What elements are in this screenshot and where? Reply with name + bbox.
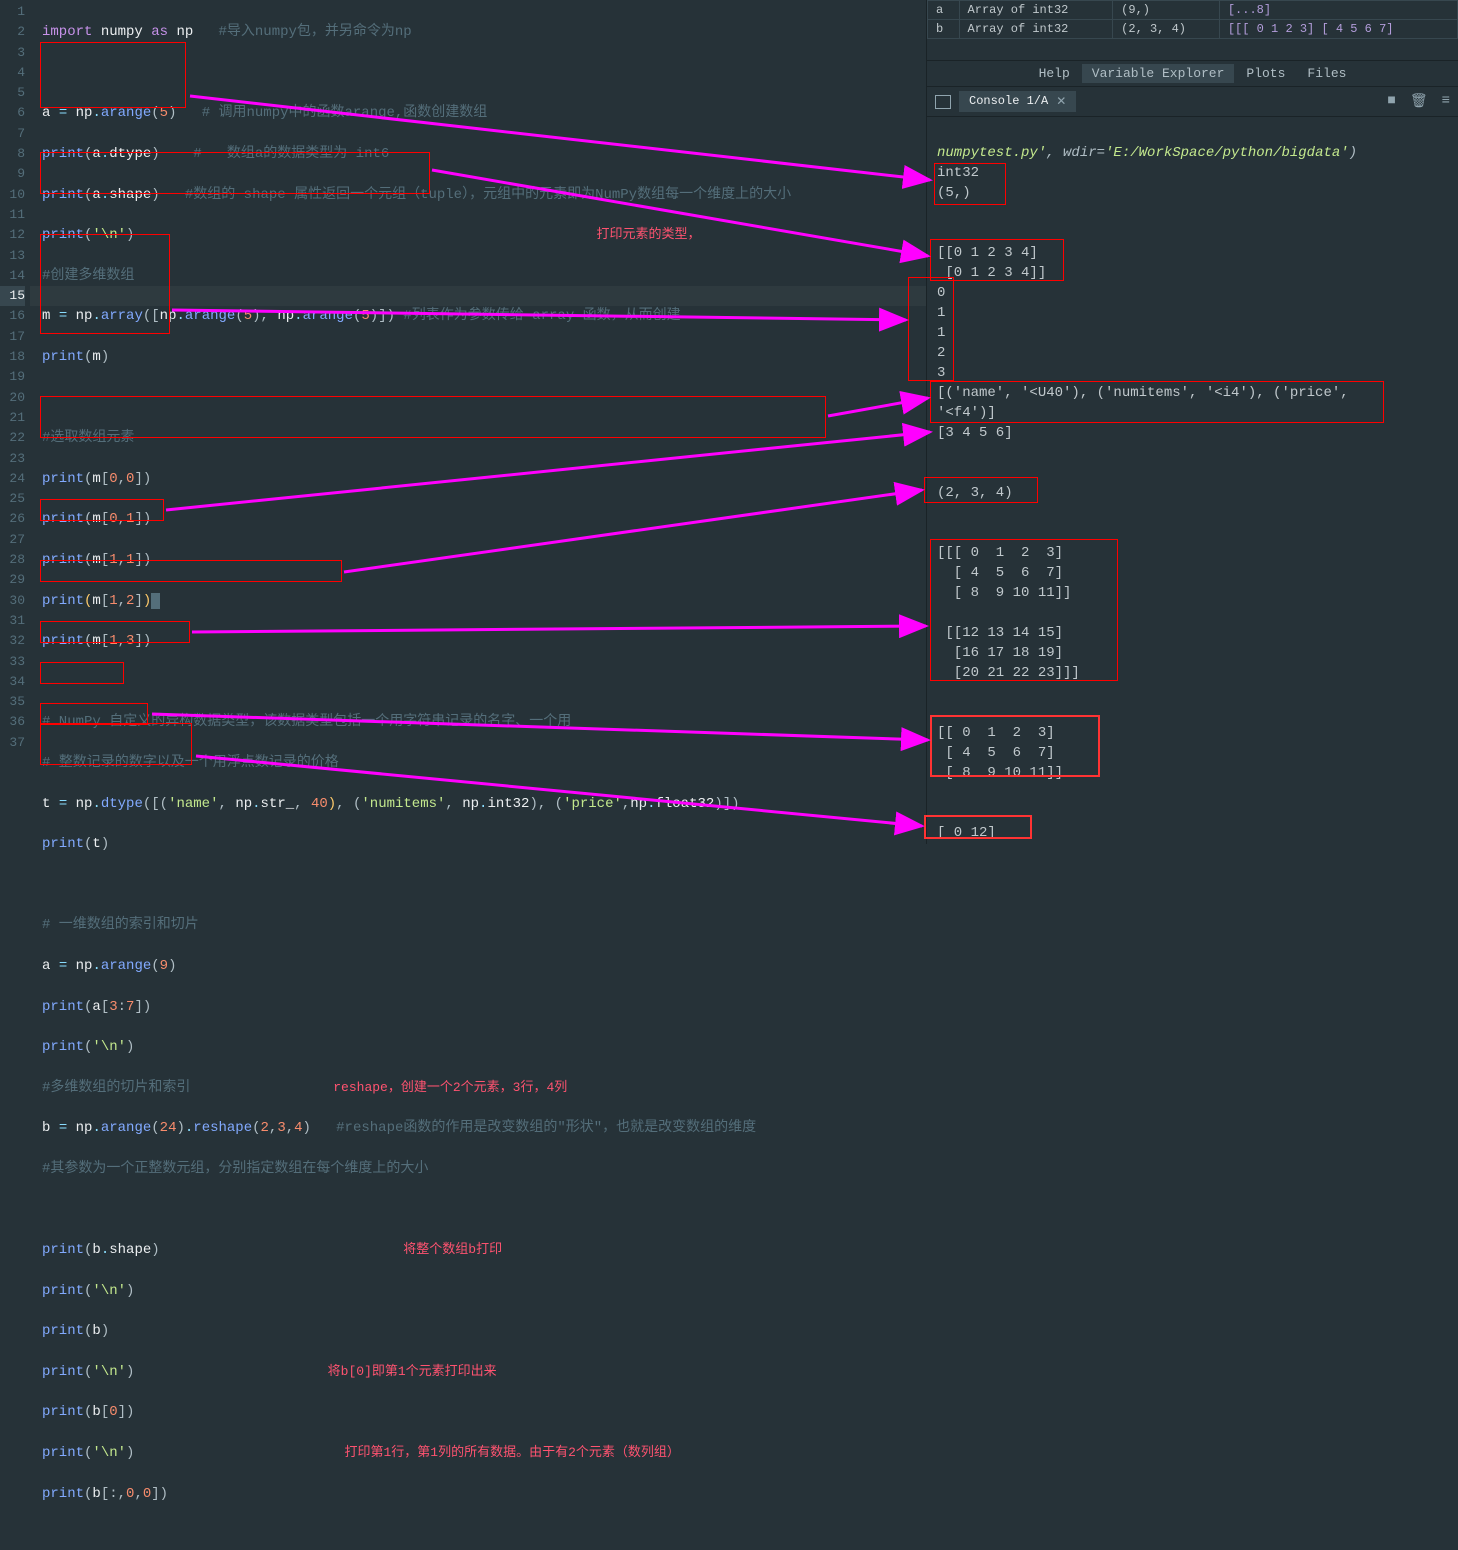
console-header: Console 1/A✕ ■ 🗑 ≡ <box>927 87 1458 117</box>
close-icon[interactable]: ✕ <box>1056 94 1066 109</box>
annotation-type: 打印元素的类型， <box>597 227 701 242</box>
var-row-b[interactable]: bArray of int32(2, 3, 4)[[[ 0 1 2 3] [ 4… <box>928 20 1458 39</box>
console-output[interactable]: numpytest.py', wdir='E:/WorkSpace/python… <box>927 117 1458 844</box>
annotation-printb: 将整个数组b打印 <box>403 1242 502 1257</box>
line-gutter: 1234567891011121314151617181920212223242… <box>0 0 30 844</box>
tab-help[interactable]: Help <box>1029 64 1080 83</box>
tab-files[interactable]: Files <box>1297 64 1356 83</box>
variable-explorer[interactable]: aArray of int32(9,)[...8] bArray of int3… <box>927 0 1458 60</box>
console-tab[interactable]: Console 1/A✕ <box>959 91 1076 112</box>
annotation-b0: 将b[0]即第1个元素打印出来 <box>328 1364 497 1379</box>
annotation-slice: 打印第1行，第1列的所有数据。由于有2个元素（数列组） <box>344 1445 679 1460</box>
menu-icon[interactable]: ≡ <box>1442 93 1450 110</box>
tab-plots[interactable]: Plots <box>1236 64 1295 83</box>
code-editor[interactable]: 1234567891011121314151617181920212223242… <box>0 0 926 844</box>
var-row-a[interactable]: aArray of int32(9,)[...8] <box>928 1 1458 20</box>
trash-icon[interactable]: 🗑 <box>1410 93 1428 110</box>
stop-icon[interactable]: ■ <box>1387 93 1395 110</box>
code-content[interactable]: import numpy as np #导入numpy包，并另命令为np a =… <box>42 2 791 1545</box>
tab-variable-explorer[interactable]: Variable Explorer <box>1082 64 1235 83</box>
panel-tabs: Help Variable Explorer Plots Files <box>927 60 1458 87</box>
console-icon <box>935 95 951 109</box>
right-panel: aArray of int32(9,)[...8] bArray of int3… <box>926 0 1458 844</box>
annotation-reshape: reshape，创建一个2个元素，3行，4列 <box>333 1080 567 1095</box>
